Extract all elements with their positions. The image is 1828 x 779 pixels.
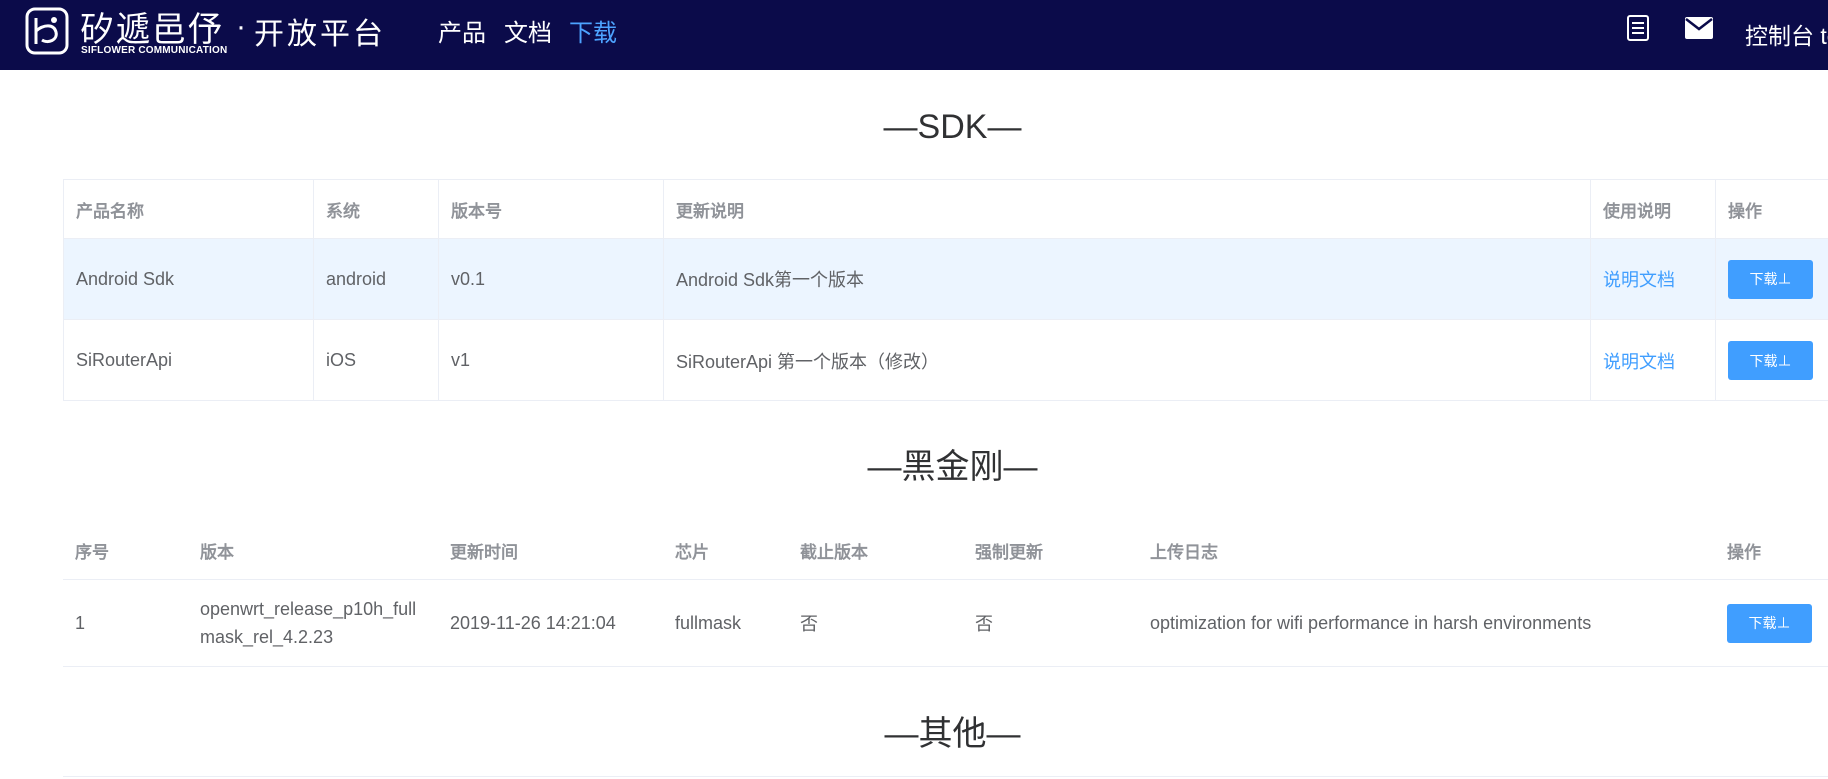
brand-separator: · bbox=[236, 10, 246, 43]
section-title-sdk: —SDK— bbox=[883, 108, 1022, 146]
product-name-cell: Android Sdk bbox=[64, 239, 314, 319]
table-row: 1 openwrt_release_p10h_fullmask_rel_4.2.… bbox=[63, 580, 1828, 667]
system-cell: iOS bbox=[314, 320, 439, 401]
action-cell: 下载⊥ bbox=[1715, 580, 1828, 666]
doc-link[interactable]: 说明文档 bbox=[1603, 266, 1675, 292]
column-header: 产品名称 bbox=[64, 180, 314, 238]
version-cell: openwrt_release_p10h_fullmask_rel_4.2.23 bbox=[200, 599, 417, 647]
column-header: 上传日志 bbox=[1150, 542, 1218, 562]
download-button[interactable]: 下载⊥ bbox=[1728, 341, 1813, 380]
table-row: SiRouterApi iOS v1 SiRouterApi 第一个版本（修改）… bbox=[64, 320, 1828, 401]
document-list-icon[interactable] bbox=[1626, 14, 1650, 42]
doc-link[interactable]: 说明文档 bbox=[1603, 348, 1675, 374]
column-header: 系统 bbox=[314, 180, 439, 238]
column-header: 芯片 bbox=[675, 542, 709, 562]
column-header: 强制更新 bbox=[975, 542, 1043, 562]
version-cell: v0.1 bbox=[439, 239, 664, 319]
table-header-row: 序号 版本 更新时间 芯片 截止版本 强制更新 上传日志 操作 bbox=[63, 521, 1828, 580]
top-navigation-bar: 矽遞邑伃 SIFLOWER COMMUNICATION · 开放平台 产品 文档… bbox=[0, 0, 1828, 70]
update-time-cell: 2019-11-26 14:21:04 bbox=[450, 612, 616, 633]
doc-cell: 说明文档 bbox=[1591, 239, 1716, 319]
console-link[interactable]: 控制台 te bbox=[1745, 17, 1828, 51]
column-header: 操作 bbox=[1727, 542, 1761, 562]
action-cell: 下载⊥ bbox=[1716, 239, 1828, 319]
index-cell: 1 bbox=[75, 612, 86, 633]
action-cell: 下载⊥ bbox=[1716, 320, 1828, 401]
nav-products[interactable]: 产品 bbox=[438, 13, 486, 48]
column-header: 使用说明 bbox=[1591, 180, 1716, 238]
brand-english-name: SIFLOWER COMMUNICATION bbox=[81, 45, 228, 56]
product-name-cell: SiRouterApi bbox=[64, 320, 314, 401]
table-row: Android Sdk android v0.1 Android Sdk第一个版… bbox=[64, 239, 1828, 320]
version-cell: v1 bbox=[439, 320, 664, 401]
table-header-row: 产品名称 系统 版本号 更新说明 使用说明 操作 bbox=[64, 180, 1828, 239]
column-header: 操作 bbox=[1728, 201, 1762, 221]
column-header: 更新时间 bbox=[450, 542, 518, 562]
divider bbox=[63, 776, 1828, 777]
platform-title: 开放平台 bbox=[254, 18, 386, 51]
column-header: 更新说明 bbox=[664, 180, 1591, 238]
firmware-table: 序号 版本 更新时间 芯片 截止版本 强制更新 上传日志 操作 1 openwr… bbox=[63, 521, 1828, 667]
doc-cell: 说明文档 bbox=[1591, 320, 1716, 401]
section-title-hjg: —黑金刚— bbox=[867, 448, 1038, 486]
brand-name: 矽遞邑伃 bbox=[80, 10, 224, 50]
upload-log-cell: optimization for wifi performance in har… bbox=[1150, 612, 1592, 633]
siflower-logo[interactable] bbox=[24, 6, 70, 56]
column-header: 版本号 bbox=[439, 180, 664, 238]
column-header: 序号 bbox=[75, 542, 109, 562]
download-button[interactable]: 下载⊥ bbox=[1728, 259, 1813, 299]
notes-cell: SiRouterApi 第一个版本（修改） bbox=[664, 320, 1591, 401]
sdk-table: 产品名称 系统 版本号 更新说明 使用说明 操作 Android Sdk and… bbox=[63, 179, 1828, 401]
nav-download[interactable]: 下载 bbox=[569, 13, 617, 48]
force-update-cell: 否 bbox=[975, 614, 993, 634]
nav-docs[interactable]: 文档 bbox=[504, 13, 552, 48]
chip-cell: fullmask bbox=[675, 612, 742, 633]
column-header: 版本 bbox=[200, 542, 234, 562]
download-button[interactable]: 下载⊥ bbox=[1727, 603, 1812, 643]
column-header: 截止版本 bbox=[800, 542, 868, 562]
section-title-other: —其他— bbox=[884, 715, 1021, 753]
mail-icon[interactable] bbox=[1685, 17, 1713, 39]
cutoff-version-cell: 否 bbox=[800, 614, 818, 634]
system-cell: android bbox=[314, 239, 439, 319]
notes-cell: Android Sdk第一个版本 bbox=[664, 239, 1591, 319]
